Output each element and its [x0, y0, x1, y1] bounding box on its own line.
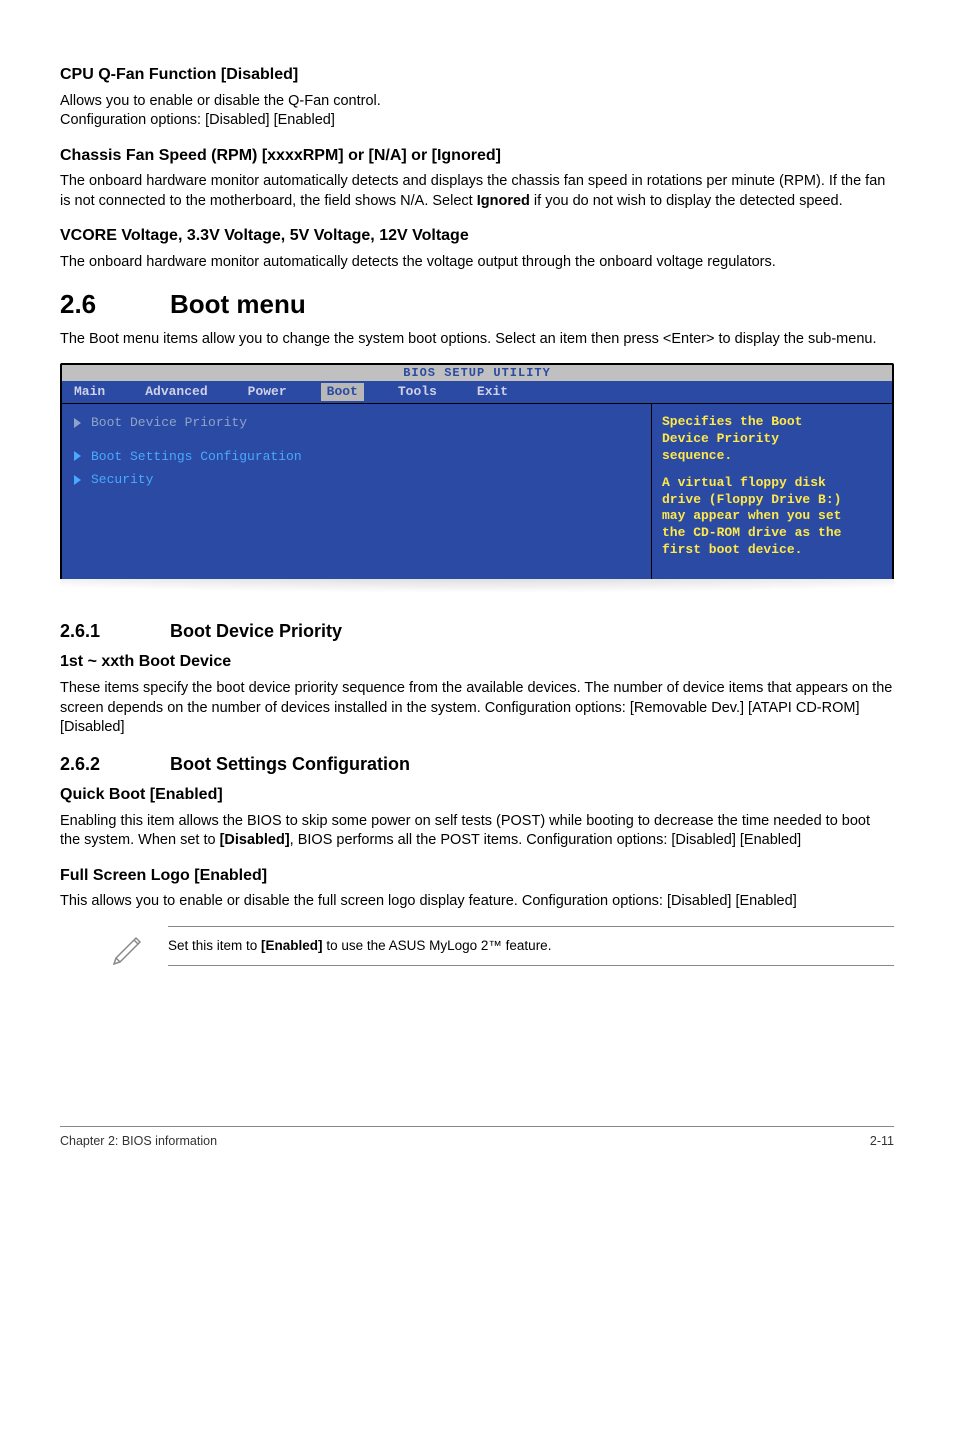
pencil-icon [108, 926, 148, 966]
text-quick-boot: Enabling this item allows the BIOS to sk… [60, 812, 894, 851]
text: , BIOS performs all the POST items. Conf… [290, 832, 802, 848]
bios-tab-advanced: Advanced [139, 383, 213, 401]
heading-1st-boot-device: 1st ~ xxth Boot Device [60, 651, 894, 673]
text: Allows you to enable or disable the Q-Fa… [60, 93, 381, 109]
text-vcore: The onboard hardware monitor automatical… [60, 253, 894, 273]
subsection-title: Boot Settings Configuration [170, 754, 410, 774]
bios-menu-bar: Main Advanced Power Boot Tools Exit [62, 381, 892, 404]
text-1st-boot-device: These items specify the boot device prio… [60, 679, 894, 738]
section-2-6: 2.6Boot menu [60, 287, 894, 322]
subsection-2-6-1: 2.6.1Boot Device Priority [60, 619, 894, 643]
text: Set this item to [168, 938, 261, 953]
text-chassis-fan: The onboard hardware monitor automatical… [60, 172, 894, 211]
subsection-title: Boot Device Priority [170, 621, 342, 641]
bios-help-line: Specifies the Boot [662, 414, 884, 431]
bios-tab-boot: Boot [321, 383, 364, 401]
bios-help-line: drive (Floppy Drive B:) [662, 492, 884, 509]
footer-chapter: Chapter 2: BIOS information [60, 1133, 217, 1150]
text-bold: [Enabled] [261, 938, 323, 953]
bios-help-line: Device Priority [662, 431, 884, 448]
text: to use the ASUS MyLogo 2™ feature. [323, 938, 552, 953]
bios-item-label: Boot Settings Configuration [91, 448, 302, 466]
bios-tab-power: Power [242, 383, 293, 401]
heading-chassis-fan: Chassis Fan Speed (RPM) [xxxxRPM] or [N/… [60, 145, 894, 167]
section-title: Boot menu [170, 289, 306, 319]
heading-cpu-qfan: CPU Q-Fan Function [Disabled] [60, 64, 894, 86]
bios-help-line: A virtual floppy disk [662, 475, 884, 492]
text-bold: [Disabled] [220, 832, 290, 848]
heading-vcore: VCORE Voltage, 3.3V Voltage, 5V Voltage,… [60, 225, 894, 247]
bios-tab-exit: Exit [471, 383, 514, 401]
text: if you do not wish to display the detect… [530, 193, 843, 209]
bios-tab-tools: Tools [392, 383, 443, 401]
triangle-icon [74, 475, 81, 485]
bios-help-line: the CD-ROM drive as the [662, 525, 884, 542]
subsection-number: 2.6.2 [60, 752, 170, 776]
bios-help-line: sequence. [662, 448, 884, 465]
bios-item-label: Security [91, 471, 153, 489]
text: Configuration options: [Disabled] [Enabl… [60, 112, 335, 128]
bios-title-bar: BIOS SETUP UTILITY [62, 365, 892, 381]
text-boot-menu: The Boot menu items allow you to change … [60, 330, 894, 350]
note-box: Set this item to [Enabled] to use the AS… [108, 926, 894, 966]
bios-screenshot: BIOS SETUP UTILITY Main Advanced Power B… [60, 363, 894, 601]
note-text: Set this item to [Enabled] to use the AS… [168, 926, 894, 966]
section-number: 2.6 [60, 287, 170, 322]
bios-tab-main: Main [68, 383, 111, 401]
bios-item-boot-settings-config: Boot Settings Configuration [74, 448, 639, 466]
subsection-2-6-2: 2.6.2Boot Settings Configuration [60, 752, 894, 776]
heading-quick-boot: Quick Boot [Enabled] [60, 784, 894, 806]
footer-page-number: 2-11 [870, 1133, 894, 1150]
bios-left-pane: Boot Device Priority Boot Settings Confi… [62, 404, 652, 579]
bios-help-line: may appear when you set [662, 508, 884, 525]
text-full-screen-logo: This allows you to enable or disable the… [60, 892, 894, 912]
heading-full-screen-logo: Full Screen Logo [Enabled] [60, 865, 894, 887]
text-bold: Ignored [477, 193, 530, 209]
page-footer: Chapter 2: BIOS information 2-11 [60, 1126, 894, 1150]
bios-item-boot-device-priority: Boot Device Priority [74, 414, 639, 432]
triangle-icon [74, 451, 81, 461]
bios-item-security: Security [74, 471, 639, 489]
bios-help-line: first boot device. [662, 542, 884, 559]
text-cpu-qfan: Allows you to enable or disable the Q-Fa… [60, 92, 894, 131]
subsection-number: 2.6.1 [60, 619, 170, 643]
bios-help-pane: Specifies the Boot Device Priority seque… [652, 404, 892, 579]
bios-item-label: Boot Device Priority [91, 414, 247, 432]
triangle-icon [74, 418, 81, 428]
